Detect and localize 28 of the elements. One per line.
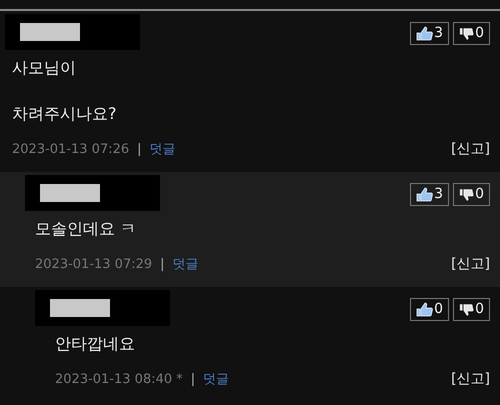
dislike-button[interactable]: 0: [453, 298, 490, 321]
thumbs-down-icon: [459, 26, 474, 40]
like-button[interactable]: 3: [410, 183, 450, 206]
comment-text: 안타깝네요: [55, 333, 136, 355]
report-link[interactable]: [신고]: [451, 139, 490, 160]
dislike-button[interactable]: 0: [453, 183, 490, 206]
thumbs-up-icon: [416, 302, 434, 317]
thumbs-up-icon: [416, 26, 434, 41]
timestamp: 2023-01-13 07:26: [12, 140, 130, 159]
separator: |: [190, 370, 196, 389]
separator: |: [160, 256, 165, 274]
report-link[interactable]: [신고]: [451, 254, 490, 275]
thumbs-up-icon: [416, 187, 434, 202]
reply-link[interactable]: 덧글: [172, 254, 199, 274]
timestamp: 2023-01-13 07:29: [35, 256, 152, 274]
report-link[interactable]: [신고]: [451, 369, 490, 390]
comment-text: 차려주시나요?: [12, 103, 118, 125]
reply-link[interactable]: 덧글: [203, 370, 230, 390]
thumbs-down-icon: [459, 188, 474, 202]
dislike-button[interactable]: 0: [453, 22, 490, 45]
timestamp: 2023-01-13 08:40 *: [55, 370, 183, 389]
separator: |: [137, 140, 142, 159]
like-button[interactable]: 0: [410, 298, 450, 321]
comment-text: 사모님이: [12, 57, 77, 79]
reply-link[interactable]: 덧글: [150, 140, 176, 160]
comment-text: 모솔인데요 ㅋ: [35, 218, 138, 240]
like-button[interactable]: 3: [410, 22, 450, 45]
thumbs-down-icon: [459, 302, 474, 316]
